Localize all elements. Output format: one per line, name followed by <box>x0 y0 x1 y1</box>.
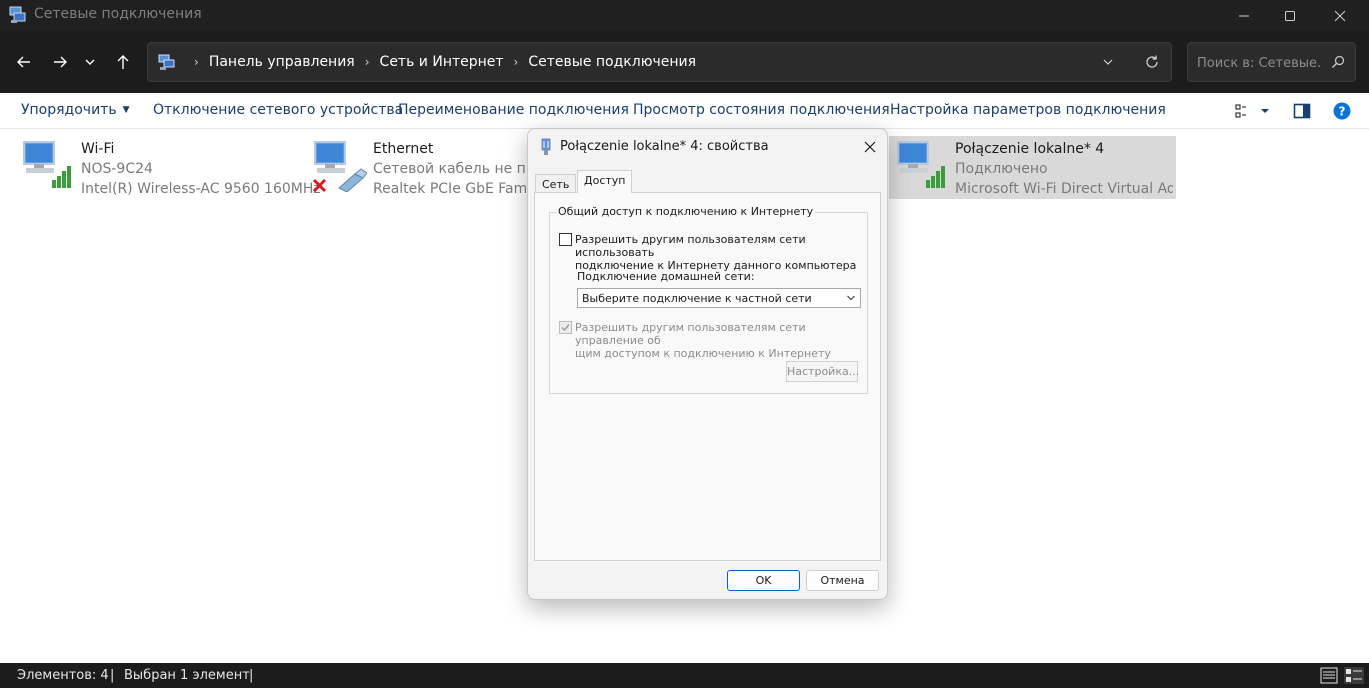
help-icon[interactable]: ? <box>1333 102 1351 120</box>
dialog-close-button[interactable] <box>861 138 879 156</box>
change-settings-button[interactable]: Настройка параметров подключения <box>890 102 1166 118</box>
checkmark-icon <box>561 324 570 332</box>
up-button[interactable] <box>110 49 136 75</box>
window-title: Сетевые подключения <box>34 6 202 22</box>
wifi-adapter-icon <box>23 141 71 188</box>
chevron-right-icon: › <box>364 55 370 69</box>
close-icon <box>864 141 876 153</box>
ethernet-adapter-icon <box>312 141 367 192</box>
home-network-selected-value: Выберите подключение к частной сети <box>582 292 812 305</box>
group-title: Общий доступ к подключению к Интернету <box>556 205 816 218</box>
connection-name: Ethernet <box>373 141 434 157</box>
navigation-bar: › Панель управления › Сеть и Интернет › … <box>0 31 1369 93</box>
connection-name: Wi-Fi <box>81 141 115 157</box>
change-view-icon[interactable] <box>1235 102 1253 120</box>
cancel-button[interactable]: Отмена <box>806 570 879 591</box>
ok-button[interactable]: OK <box>727 570 800 591</box>
allow-control-label-line2: щим доступом к подключению к Интернету <box>575 347 831 360</box>
search-icon <box>1332 55 1345 68</box>
rename-connection-button[interactable]: Переименование подключения <box>398 102 629 118</box>
maximize-button[interactable] <box>1267 0 1313 31</box>
recent-locations-button[interactable] <box>78 49 102 75</box>
allow-sharing-label[interactable]: Разрешить другим пользователям сети испо… <box>575 233 867 272</box>
refresh-icon[interactable] <box>1144 54 1160 70</box>
item-count: Элементов: 4 <box>17 668 109 683</box>
properties-dialog: Połączenie lokalne* 4: свойства Сеть Дос… <box>527 128 888 600</box>
preview-pane-icon[interactable] <box>1293 102 1311 120</box>
allow-control-label: Разрешить другим пользователям сети упра… <box>575 321 867 360</box>
title-bar: Сетевые подключения <box>0 0 1369 31</box>
search-box[interactable] <box>1187 42 1356 82</box>
connection-device: Microsoft Wi-Fi Direct Virtual Ad... <box>955 181 1173 197</box>
details-view-icon[interactable] <box>1320 667 1338 684</box>
status-bar: Элементов: 4 | Выбран 1 элемент | <box>0 663 1369 688</box>
connection-device: Realtek PCIe GbE Family Controller <box>373 181 526 197</box>
close-button[interactable] <box>1317 0 1363 31</box>
control-panel-icon <box>158 54 175 70</box>
organize-label: Упорядочить <box>21 102 117 118</box>
minimize-button[interactable] <box>1221 0 1267 31</box>
arrow-right-icon <box>54 56 67 68</box>
sharing-settings-button[interactable]: Настройка... <box>786 361 859 382</box>
maximize-icon <box>1285 10 1295 21</box>
organize-menu-button[interactable]: Упорядочить ▼ <box>21 102 130 118</box>
arrow-up-icon <box>117 55 129 69</box>
connection-text: Ethernet Сетевой кабель не подключен Rea… <box>373 139 526 199</box>
chevron-down-icon <box>847 295 855 301</box>
command-bar: Упорядочить ▼ Отключение сетевого устройс… <box>0 93 1369 129</box>
chevron-right-icon: › <box>194 55 199 69</box>
network-adapter-icon <box>541 138 551 155</box>
sharing-tab-panel: Общий доступ к подключению к Интернету Р… <box>534 192 881 561</box>
caret-down-icon: ▼ <box>122 105 130 115</box>
forward-button[interactable] <box>47 49 73 75</box>
dialog-title: Połączenie lokalne* 4: свойства <box>560 139 769 154</box>
search-input[interactable] <box>1197 53 1322 73</box>
back-button[interactable] <box>11 49 37 75</box>
home-network-select[interactable]: Выберите подключение к частной сети <box>577 288 861 308</box>
address-history-chevron-icon[interactable] <box>1100 54 1116 70</box>
connection-item-ethernet[interactable]: Ethernet Сетевой кабель не подключен Rea… <box>311 136 526 199</box>
tiles-view-icon[interactable] <box>1344 667 1364 684</box>
connection-text: Połączenie lokalne* 4 Подключено Microso… <box>955 139 1173 199</box>
home-network-label: Подключение домашней сети: <box>577 270 755 283</box>
wifi-direct-adapter-icon <box>897 141 945 188</box>
allow-sharing-checkbox[interactable] <box>559 233 572 246</box>
connection-status: Сетевой кабель не подключен <box>373 161 526 177</box>
svg-text:?: ? <box>1339 105 1346 119</box>
view-options-chevron-icon[interactable] <box>1258 102 1272 120</box>
view-status-button[interactable]: Просмотр состояния подключения <box>633 102 890 118</box>
close-icon <box>1334 10 1346 21</box>
chevron-down-icon <box>85 59 95 65</box>
status-divider: | <box>110 668 115 683</box>
breadcrumb-network-connections[interactable]: Сетевые подключения <box>528 54 696 70</box>
tab-sharing[interactable]: Доступ <box>577 170 633 193</box>
allow-sharing-label-line1: Разрешить другим пользователям сети испо… <box>575 233 806 259</box>
connection-status: NOS-9C24 <box>81 161 153 177</box>
selection-count: Выбран 1 элемент <box>124 668 250 683</box>
allow-control-checkbox[interactable] <box>559 321 572 334</box>
disable-device-button[interactable]: Отключение сетевого устройства <box>153 102 403 118</box>
breadcrumb-control-panel[interactable]: Панель управления <box>209 54 355 70</box>
connection-status: Подключено <box>955 161 1048 177</box>
chevron-right-icon: › <box>513 55 519 69</box>
connection-item-local-4[interactable]: Połączenie lokalne* 4 Подключено Microso… <box>889 136 1176 199</box>
connection-text: Wi-Fi NOS-9C24 Intel(R) Wireless-AC 9560… <box>81 139 321 199</box>
connection-device: Intel(R) Wireless-AC 9560 160MHz <box>81 181 321 197</box>
breadcrumb: › Панель управления › Сеть и Интернет › … <box>184 43 696 81</box>
breadcrumb-network-internet[interactable]: Сеть и Интернет <box>380 54 504 70</box>
network-connections-icon <box>9 6 26 23</box>
allow-control-label-line1: Разрешить другим пользователям сети упра… <box>575 321 806 347</box>
minimize-icon <box>1239 15 1249 16</box>
status-divider: | <box>249 668 254 683</box>
address-bar[interactable]: › Панель управления › Сеть и Интернет › … <box>147 42 1172 82</box>
connection-name: Połączenie lokalne* 4 <box>955 141 1105 157</box>
ics-group: Общий доступ к подключению к Интернету Р… <box>549 205 868 394</box>
connection-item-wifi[interactable]: Wi-Fi NOS-9C24 Intel(R) Wireless-AC 9560… <box>20 136 321 199</box>
arrow-left-icon <box>17 56 30 68</box>
